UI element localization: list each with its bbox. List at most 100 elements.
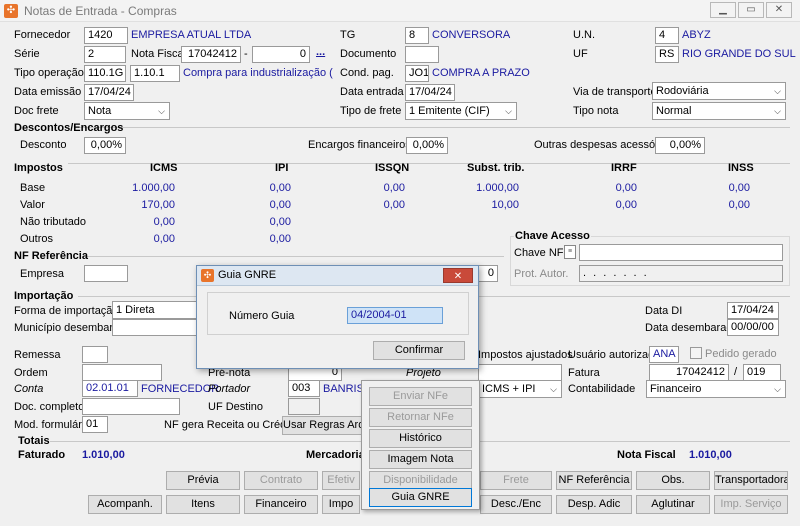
impostos-title: Impostos <box>14 162 63 174</box>
window-title: Notas de Entrada - Compras <box>24 4 177 18</box>
maximize-button[interactable]: ▭ <box>738 2 764 18</box>
un-code-input[interactable]: 4 <box>655 27 679 44</box>
minimize-button[interactable]: ▁ <box>710 2 736 18</box>
numero-guia-label: Número Guia <box>229 310 295 322</box>
forma-importacao-select[interactable]: 1 Direta <box>112 301 198 319</box>
cond-pag-code-input[interactable]: JO1 <box>405 65 429 82</box>
portador-label: Portador <box>208 383 251 395</box>
dialog-title: Guia GNRE <box>218 269 277 281</box>
chevron-down-icon: ⌵ <box>774 384 781 394</box>
fornecedor-code-input[interactable]: 1420 <box>84 27 128 44</box>
frete-button[interactable]: Frete <box>480 471 552 490</box>
remessa-label: Remessa <box>14 349 61 361</box>
prot-autor-input[interactable]: . . . . . . . <box>579 265 783 282</box>
impostos-value: 0,00 <box>153 233 175 245</box>
dialog-close-button[interactable]: ✕ <box>443 268 473 283</box>
enviar-nfe-button[interactable]: Enviar NFe <box>369 387 472 406</box>
uf-name: RIO GRANDE DO SUL <box>682 48 796 60</box>
close-button[interactable]: ✕ <box>766 2 792 18</box>
forma-importacao-value: 1 Direta <box>116 304 155 316</box>
via-transporte-select[interactable]: Rodoviária ⌵ <box>652 82 786 100</box>
retornar-nfe-button[interactable]: Retornar NFe <box>369 408 472 427</box>
tipo-nota-select[interactable]: Normal ⌵ <box>652 102 786 120</box>
imagem-nota-button[interactable]: Imagem Nota <box>369 450 472 469</box>
tg-code-input[interactable]: 8 <box>405 27 429 44</box>
contabilidade-value: Financeiro <box>650 383 702 395</box>
desp-adic-button[interactable]: Desp. Adic <box>556 495 632 514</box>
numero-guia-input[interactable]: 04/2004-01 <box>347 307 443 324</box>
remessa-input[interactable] <box>82 346 108 363</box>
tipo-operacao-code2-input[interactable]: 1.10.1 <box>130 65 180 82</box>
portador-code-input[interactable]: 003 <box>288 380 320 397</box>
nota-fiscal-input[interactable]: 17042412 <box>181 46 241 63</box>
doc-frete-select[interactable]: Nota ⌵ <box>84 102 170 120</box>
municipio-input[interactable] <box>112 319 198 336</box>
data-emissao-input[interactable]: 17/04/24 <box>84 84 134 101</box>
actions-menu: Enviar NFe Retornar NFe Histórico Imagem… <box>361 380 480 510</box>
obs-button[interactable]: Obs. <box>636 471 710 490</box>
contrato-button[interactable]: Contrato <box>244 471 318 490</box>
impostos-value: 0,00 <box>269 233 291 245</box>
impostos-button[interactable]: Impo <box>322 495 360 514</box>
guia-gnre-button[interactable]: Guia GNRE <box>369 488 472 507</box>
uf-code-input[interactable]: RS <box>655 46 679 63</box>
transportadora-button[interactable]: Transportadora <box>714 471 788 490</box>
impostos-row-label: Valor <box>20 199 45 211</box>
fatura-label: Fatura <box>568 367 600 379</box>
projeto-input[interactable] <box>478 364 562 381</box>
impostos-value: 0,00 <box>269 182 291 194</box>
doc-frete-label: Doc frete <box>14 105 59 117</box>
outras-input[interactable]: 0,00% <box>655 137 705 154</box>
outras-label: Outras despesas acessórias <box>534 139 673 151</box>
tipo-operacao-code-input[interactable]: 110.1G <box>84 65 126 82</box>
financeiro-button[interactable]: Financeiro <box>244 495 318 514</box>
previa-button[interactable]: Prévia <box>166 471 240 490</box>
nota-fiscal-total-value: 1.010,00 <box>689 449 732 461</box>
nfref-right-input[interactable]: 0 <box>478 265 498 282</box>
imp-servico-button[interactable]: Imp. Serviço <box>714 495 788 514</box>
dialog-title-bar: ✣ Guia GNRE ✕ <box>197 266 478 286</box>
documento-input[interactable] <box>405 46 439 63</box>
encargos-input[interactable]: 0,00% <box>406 137 448 154</box>
via-transporte-label: Via de transporte <box>573 86 657 98</box>
doc-completo-input[interactable] <box>82 398 180 415</box>
pedido-gerado-checkbox[interactable] <box>690 347 702 359</box>
serie-input[interactable]: 2 <box>84 46 126 63</box>
efetivar-button[interactable]: Efetiv <box>322 471 360 490</box>
itens-button[interactable]: Itens <box>166 495 240 514</box>
prot-autor-label: Prot. Autor. <box>514 268 569 280</box>
impostos-value: 0,00 <box>615 182 637 194</box>
nota-fiscal-more-link[interactable]: ... <box>316 45 325 59</box>
contabilidade-select[interactable]: Financeiro ⌵ <box>646 380 786 398</box>
tipo-frete-select[interactable]: 1 Emitente (CIF) ⌵ <box>405 102 517 120</box>
encargos-label: Encargos financeiros <box>308 139 411 151</box>
ordem-label: Ordem <box>14 367 48 379</box>
data-entrada-input[interactable]: 17/04/24 <box>405 84 455 101</box>
aglutinar-button[interactable]: Aglutinar <box>636 495 710 514</box>
mod-formulario-input[interactable]: 01 <box>82 416 108 433</box>
desconto-input[interactable]: 0,00% <box>84 137 126 154</box>
empresa-input[interactable] <box>84 265 128 282</box>
icms-ipi-select[interactable]: ICMS + IPI ⌵ <box>478 380 562 398</box>
nfref-divider <box>86 256 504 257</box>
data-di-input[interactable]: 17/04/24 <box>727 302 779 319</box>
data-entrada-label: Data entrada <box>340 86 404 98</box>
nota-fiscal-sep: - <box>244 48 248 60</box>
historico-button[interactable]: Histórico <box>369 429 472 448</box>
ordem-input[interactable] <box>82 364 162 381</box>
confirmar-button[interactable]: Confirmar <box>373 341 465 360</box>
document-icon: ≡ <box>564 245 576 259</box>
uf-destino-input[interactable] <box>288 398 320 415</box>
chave-nfe-input[interactable] <box>579 244 783 261</box>
conta-input[interactable]: 02.01.01 <box>82 380 138 397</box>
usuario-input[interactable]: ANA <box>649 346 679 363</box>
acompanhamento-button[interactable]: Acompanh. <box>88 495 162 514</box>
fatura-seq-input[interactable]: 019 <box>743 364 781 381</box>
desc-enc-button[interactable]: Desc./Enc <box>480 495 552 514</box>
nf-referencia-button[interactable]: NF Referência <box>556 471 632 490</box>
usar-regras-button[interactable]: Usar Regras Arqu <box>282 416 362 435</box>
data-desembaraco-input[interactable]: 00/00/00 <box>727 319 779 336</box>
fatura-input[interactable]: 17042412 <box>649 364 729 381</box>
impostos-col-ipi: IPI <box>275 162 289 174</box>
nota-fiscal-seq-input[interactable]: 0 <box>252 46 310 63</box>
